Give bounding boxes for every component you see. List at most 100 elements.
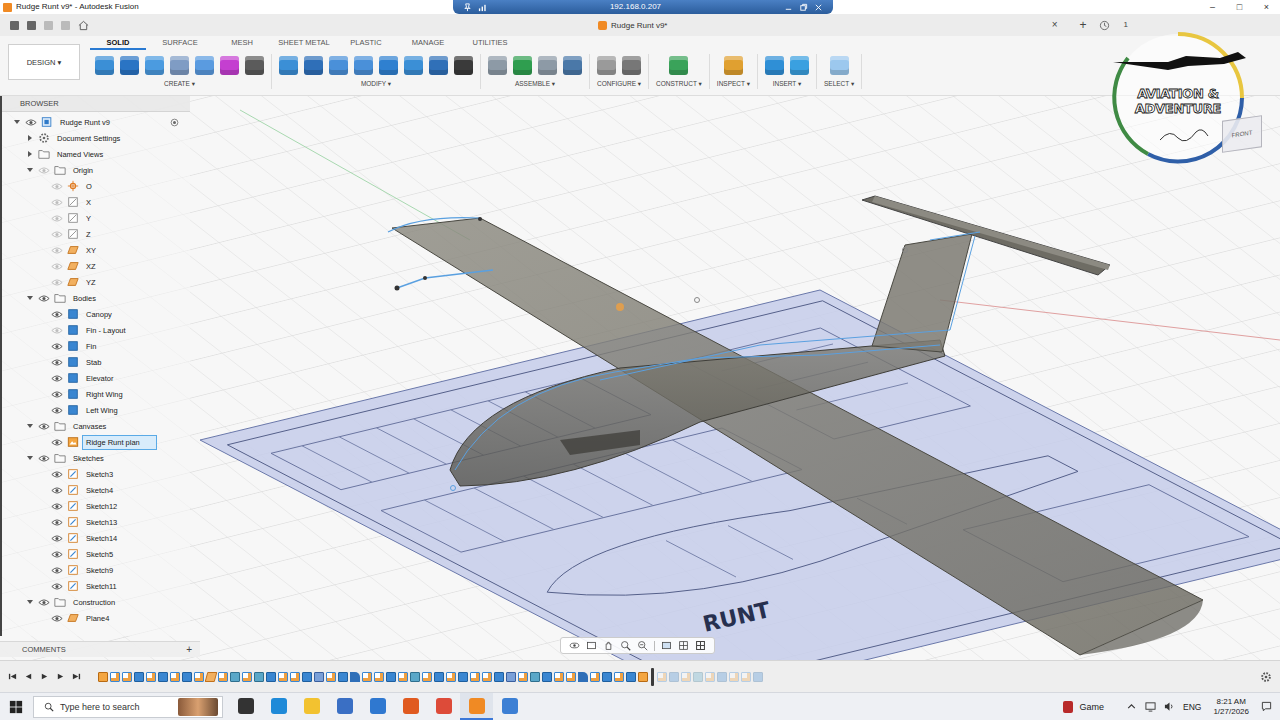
sketch-feature-icon[interactable] (218, 672, 228, 682)
sketch-line[interactable] (930, 232, 980, 240)
tool-icon[interactable] (220, 56, 239, 75)
browser-item[interactable]: Bodies (2, 290, 190, 306)
browser-item[interactable]: O (2, 178, 190, 194)
loft-feature-icon[interactable] (693, 672, 703, 682)
tool-icon[interactable] (95, 56, 114, 75)
visibility-eye-icon[interactable] (51, 550, 63, 559)
visibility-eye-icon[interactable] (51, 262, 63, 271)
sketch-feature-icon[interactable] (110, 672, 120, 682)
sketch-feature-icon[interactable] (482, 672, 492, 682)
visibility-eye-icon[interactable] (51, 374, 63, 383)
input-language[interactable]: ENG (1183, 702, 1201, 712)
extrude-feature-icon[interactable] (626, 672, 636, 682)
tool-icon[interactable] (669, 56, 688, 75)
visibility-eye-icon[interactable] (51, 566, 63, 575)
view-cube[interactable]: FRONT (1222, 115, 1262, 153)
canvas-feature-icon[interactable] (638, 672, 648, 682)
extrude-feature-icon[interactable] (338, 672, 348, 682)
extrude-feature-icon[interactable] (458, 672, 468, 682)
visibility-eye-icon[interactable] (38, 454, 50, 463)
sketch-feature-icon[interactable] (194, 672, 204, 682)
visibility-eye-icon[interactable] (51, 518, 63, 527)
visibility-eye-icon[interactable] (51, 230, 63, 239)
sketch-feature-icon[interactable] (657, 672, 667, 682)
visibility-eye-icon[interactable] (51, 342, 63, 351)
pin-icon[interactable] (463, 3, 472, 12)
tool-icon[interactable] (279, 56, 298, 75)
expand-arrow-icon[interactable] (27, 456, 33, 460)
tool-group-menu[interactable]: CONSTRUCT ▾ (656, 79, 702, 89)
taskbar-search[interactable]: Type here to search (33, 696, 223, 718)
zoom-icon[interactable] (620, 640, 631, 651)
sketch-feature-icon[interactable] (170, 672, 180, 682)
edge-app-button[interactable] (262, 693, 295, 720)
step-forward-icon[interactable] (56, 672, 65, 681)
sketch-feature-icon[interactable] (362, 672, 372, 682)
tool-icon[interactable] (538, 56, 557, 75)
extrude-feature-icon[interactable] (182, 672, 192, 682)
expand-arrow-icon[interactable] (27, 424, 33, 428)
pan-icon[interactable] (603, 640, 614, 651)
extrude-feature-icon[interactable] (542, 672, 552, 682)
expand-arrow-icon[interactable] (27, 168, 33, 172)
browser-item[interactable]: Right Wing (2, 386, 190, 402)
expand-arrow-icon[interactable] (14, 120, 20, 124)
toolbar-tab[interactable]: SHEET METAL (276, 38, 332, 50)
sketch-line[interactable] (397, 270, 493, 288)
sketch-feature-icon[interactable] (446, 672, 456, 682)
display-settings-icon[interactable] (661, 640, 672, 651)
browser-item[interactable]: Origin (2, 162, 190, 178)
tool-icon[interactable] (830, 56, 849, 75)
toolbar-tab[interactable]: SURFACE (152, 38, 208, 50)
wing-body[interactable] (392, 218, 1203, 655)
visibility-eye-icon[interactable] (25, 118, 37, 127)
visibility-eye-icon[interactable] (51, 614, 63, 623)
visibility-eye-icon[interactable] (51, 470, 63, 479)
close-tab-button[interactable]: × (1052, 19, 1058, 31)
chrome-app-button[interactable] (427, 693, 460, 720)
elevator-body[interactable] (872, 196, 1110, 270)
browser-item[interactable]: Fin - Layout (2, 322, 190, 338)
browser-item[interactable]: Rudge Runt v9 (2, 114, 190, 130)
sketch-feature-icon[interactable] (729, 672, 739, 682)
visibility-eye-icon[interactable] (38, 294, 50, 303)
expand-arrow-icon[interactable] (28, 135, 32, 141)
sketch-point[interactable] (451, 486, 456, 491)
browser-item[interactable]: Sketch12 (2, 498, 190, 514)
data-panel-icon[interactable] (10, 21, 19, 30)
redo-icon[interactable] (61, 21, 70, 30)
browser-item[interactable]: Ridge Runt plan (2, 434, 190, 450)
window-control-button[interactable]: □ (1226, 1, 1253, 13)
extrude-feature-icon[interactable] (158, 672, 168, 682)
tool-icon[interactable] (724, 56, 743, 75)
sketch-feature-icon[interactable] (146, 672, 156, 682)
tool-icon[interactable] (563, 56, 582, 75)
fuselage-body[interactable] (450, 340, 945, 486)
origin-point[interactable] (616, 303, 624, 311)
viewport[interactable]: RUNTBROWSERRudge Runt v9Document Setting… (0, 96, 1280, 660)
visibility-eye-icon[interactable] (38, 422, 50, 431)
browser-item[interactable]: Canopy (2, 306, 190, 322)
visibility-eye-icon[interactable] (51, 326, 63, 335)
loft-feature-icon[interactable] (410, 672, 420, 682)
step-back-icon[interactable] (24, 672, 33, 681)
sketch-feature-icon[interactable] (278, 672, 288, 682)
play-icon[interactable] (40, 672, 49, 681)
extrude-feature-icon[interactable] (494, 672, 504, 682)
activate-component-icon[interactable] (170, 118, 179, 127)
grid-settings-icon[interactable] (678, 640, 689, 651)
tool-group-menu[interactable]: CREATE ▾ (164, 79, 195, 89)
sketch-point[interactable] (395, 286, 400, 291)
browser-item[interactable]: Y (2, 210, 190, 226)
extrude-feature-icon[interactable] (669, 672, 679, 682)
sketch-feature-icon[interactable] (681, 672, 691, 682)
sketch-feature-icon[interactable] (122, 672, 132, 682)
tool-icon[interactable] (429, 56, 448, 75)
toolbar-tab[interactable]: PLASTIC (338, 38, 394, 50)
tool-group-menu[interactable]: MODIFY ▾ (361, 79, 391, 89)
media-app-button[interactable] (394, 693, 427, 720)
extrude-feature-icon[interactable] (302, 672, 312, 682)
home-icon[interactable] (78, 20, 89, 31)
loft-feature-icon[interactable] (530, 672, 540, 682)
restore-remote-icon[interactable] (799, 3, 808, 12)
